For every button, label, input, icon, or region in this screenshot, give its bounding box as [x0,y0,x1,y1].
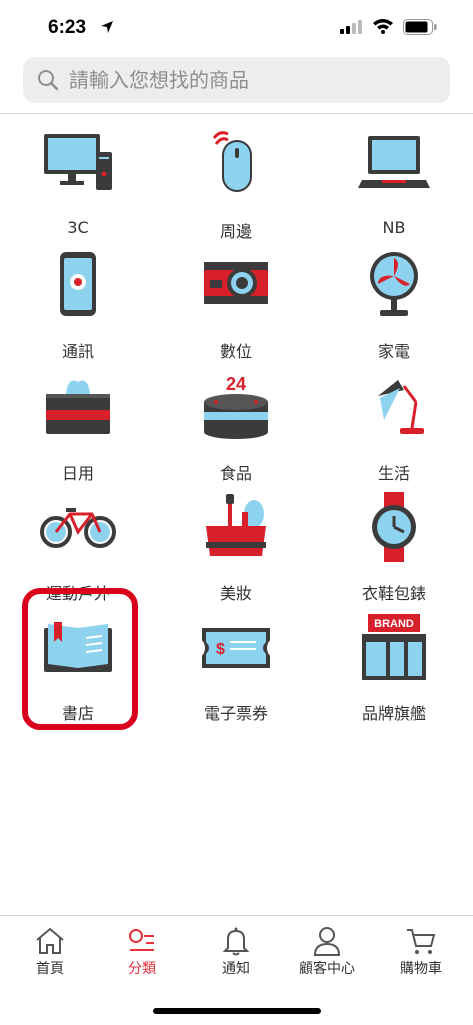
tab-cart[interactable]: 購物車 [374,926,468,978]
status-bar: 6:23 [0,0,473,54]
category-eticket[interactable]: $ 電子票券 [176,612,296,723]
category-telecom[interactable]: 通訊 [18,250,138,361]
category-label: 家電 [377,342,410,361]
status-time: 6:23 [48,17,87,38]
watch-icon [372,492,416,562]
category-digital[interactable]: 數位 [176,250,296,361]
home-indicator [153,1008,321,1014]
category-label: 3C [67,218,89,237]
laptop-icon [358,136,430,188]
category-label: 品牌旗艦 [361,704,426,723]
category-3c[interactable]: 3C [18,130,138,240]
search-bar[interactable] [23,57,450,103]
tab-home[interactable]: 首頁 [3,926,97,978]
category-icon [129,929,154,951]
brand-store-icon: BRAND [362,614,426,680]
phone-icon [60,252,96,316]
wifi-icon [373,19,393,34]
tab-customer-center[interactable]: 顧客中心 [280,926,374,978]
bicycle-icon [40,508,116,548]
makeup-icon [206,494,266,556]
category-label: 生活 [377,464,410,483]
category-peripherals[interactable]: 周邊 [176,130,296,241]
cart-icon [407,929,436,954]
category-fashion[interactable]: 衣鞋包錶 [334,492,454,603]
computer-icon [44,134,112,190]
category-sports[interactable]: 運動戶外 [18,492,138,603]
tab-label: 顧客中心 [299,961,355,977]
category-daily[interactable]: 日用 [18,372,138,483]
camera-icon [204,262,268,304]
header-divider [0,113,473,114]
bell-icon [222,927,250,956]
category-label: 電子票券 [203,704,268,723]
tab-label: 首頁 [36,961,64,977]
mouse-icon [212,131,252,192]
category-food[interactable]: 24 食品 [176,372,296,483]
cake-number: 24 [226,374,246,394]
lamp-icon [378,380,424,434]
tissue-box-icon [46,380,110,434]
category-living[interactable]: 生活 [334,372,454,483]
battery-icon [403,19,437,35]
category-brand[interactable]: BRAND 品牌旗艦 [334,612,454,723]
signal-icon [340,20,362,34]
ticket-icon: $ [202,628,270,668]
search-input[interactable] [69,57,429,103]
tab-label: 購物車 [400,961,442,977]
category-appliance[interactable]: 家電 [334,250,454,361]
home-icon [36,927,64,954]
brand-sign-text: BRAND [374,618,414,630]
category-beauty[interactable]: 美妝 [176,492,296,603]
tab-notifications[interactable]: 通知 [189,926,283,978]
fan-icon [370,252,418,316]
search-icon [38,70,59,91]
category-label: 日用 [61,464,94,483]
location-arrow-icon [101,21,113,33]
svg-text:$: $ [216,641,225,658]
category-label: NB [382,218,406,237]
tab-label: 通知 [222,961,250,977]
category-label: 衣鞋包錶 [361,584,426,603]
person-icon [313,927,341,956]
tab-label: 分類 [128,961,156,977]
category-label: 周邊 [219,222,252,241]
category-label: 美妝 [219,584,252,603]
category-label: 通訊 [61,342,94,361]
category-nb[interactable]: NB [334,130,454,240]
cake-icon: 24 [204,374,268,439]
highlight-box [22,588,138,730]
category-label: 食品 [219,464,252,483]
category-label: 數位 [219,342,252,361]
tab-category[interactable]: 分類 [95,926,189,978]
